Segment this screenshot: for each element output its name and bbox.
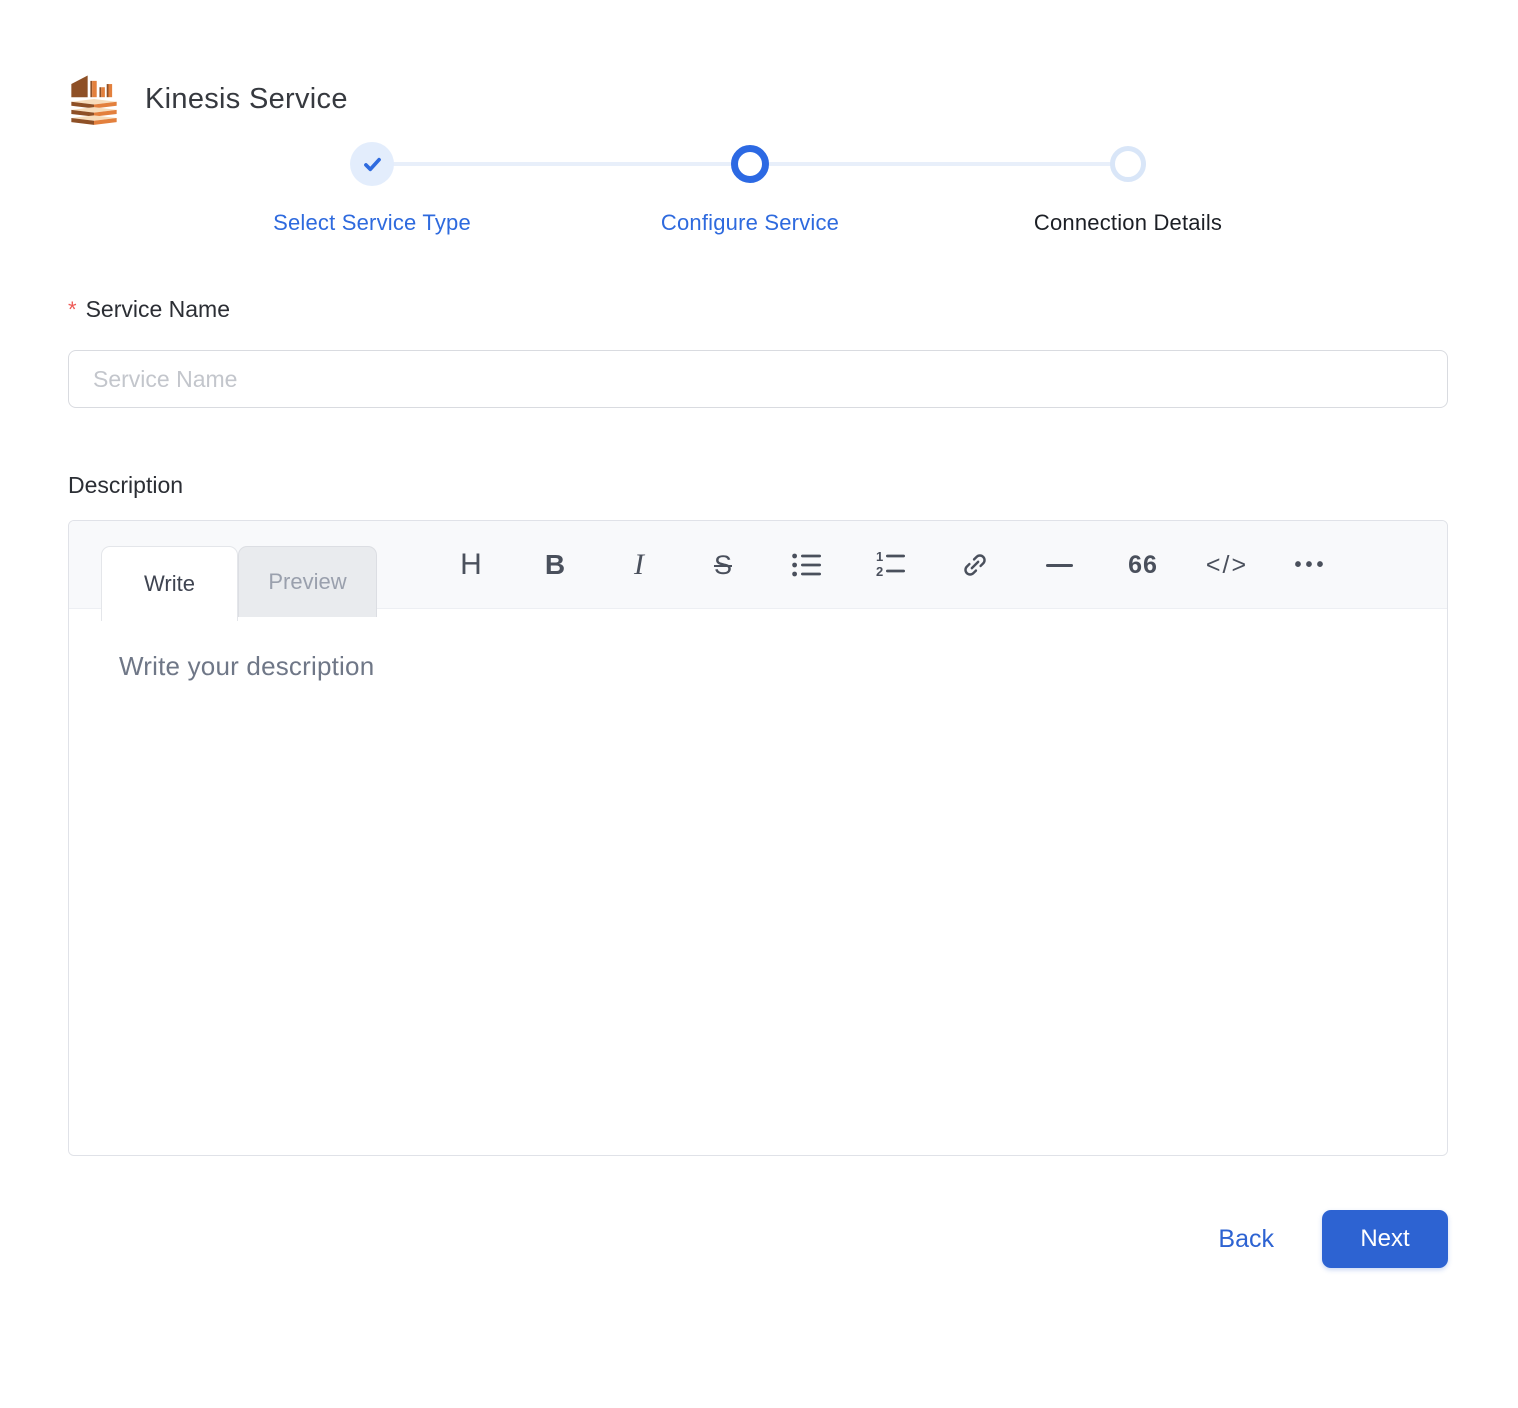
tab-write[interactable]: Write — [101, 546, 238, 621]
stepper-step-connection-details[interactable]: Connection Details — [939, 142, 1317, 236]
kinesis-icon — [65, 70, 123, 128]
link-icon[interactable] — [933, 521, 1017, 609]
step-upcoming-indicator — [1110, 146, 1146, 182]
step-label: Configure Service — [661, 210, 839, 236]
editor-toolbar-icons: H B I S 1 2 — [429, 521, 1353, 609]
service-name-input[interactable] — [68, 350, 1448, 408]
more-icon[interactable]: ••• — [1269, 521, 1353, 609]
footer-actions: Back Next — [0, 1210, 1448, 1268]
stepper-step-configure-service[interactable]: Configure Service — [561, 142, 939, 236]
strikethrough-icon[interactable]: S — [681, 521, 765, 609]
page-title: Kinesis Service — [145, 83, 348, 116]
stepper-step-select-service-type[interactable]: Select Service Type — [183, 142, 561, 236]
service-name-label: Service Name — [86, 294, 230, 324]
step-active-indicator — [731, 145, 769, 183]
required-marker: * — [68, 295, 77, 325]
description-label-row: Description — [68, 470, 1518, 500]
code-icon[interactable]: </> — [1185, 521, 1269, 609]
service-name-label-row: * Service Name — [68, 294, 1518, 325]
tab-preview[interactable]: Preview — [238, 546, 377, 617]
back-button[interactable]: Back — [1218, 1225, 1274, 1254]
editor-toolbar: Write Preview H B I S 1 2 — [69, 521, 1447, 609]
quote-icon[interactable]: 66 — [1101, 521, 1185, 609]
editor-write-area — [69, 609, 1447, 1156]
svg-text:2: 2 — [876, 564, 883, 579]
step-label: Connection Details — [1034, 210, 1222, 236]
svg-text:1: 1 — [876, 551, 883, 564]
description-label: Description — [68, 470, 183, 500]
ordered-list-icon[interactable]: 1 2 — [849, 521, 933, 609]
next-button[interactable]: Next — [1322, 1210, 1448, 1268]
editor-tabs: Write Preview — [101, 546, 377, 621]
description-textarea[interactable] — [69, 609, 1447, 1156]
check-icon — [362, 154, 383, 175]
heading-icon[interactable]: H — [429, 521, 513, 609]
step-label: Select Service Type — [273, 210, 471, 236]
stepper: Select Service Type Configure Service Co… — [183, 142, 1317, 236]
description-editor: Write Preview H B I S 1 2 — [68, 520, 1448, 1156]
step-completed-indicator — [350, 142, 394, 186]
italic-icon[interactable]: I — [597, 521, 681, 609]
page-header: Kinesis Service — [65, 70, 1518, 128]
horizontal-rule-icon[interactable] — [1017, 521, 1101, 609]
bold-icon[interactable]: B — [513, 521, 597, 609]
unordered-list-icon[interactable] — [765, 521, 849, 609]
